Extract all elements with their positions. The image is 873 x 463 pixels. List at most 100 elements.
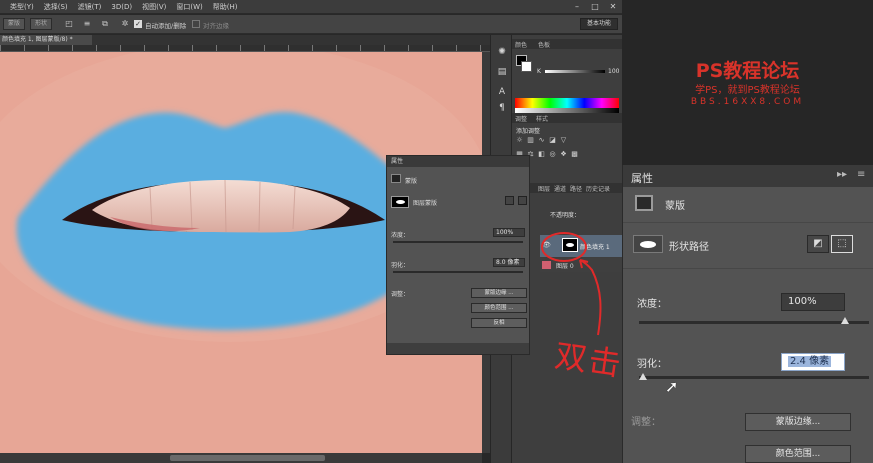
collapse-icon[interactable]: ▸▸ [837, 169, 847, 180]
vector-mask-button[interactable]: ⬚ [831, 235, 853, 253]
panel-menu-icon[interactable]: ≡ [857, 169, 865, 180]
bw-icon[interactable]: ◧ [537, 150, 546, 159]
tab-adjustments[interactable]: 调整 [515, 114, 527, 123]
annotation-text: 双击 [552, 336, 626, 384]
menu-3d[interactable]: 3D(D) [111, 3, 132, 11]
color-range-button[interactable]: 颜色范围... [745, 445, 851, 463]
highlight-circle [541, 232, 587, 262]
pixel-mask-icon[interactable] [505, 196, 514, 205]
maximize-icon[interactable]: □ [588, 1, 602, 12]
menu-filter[interactable]: 滤镜(T) [78, 2, 102, 12]
navigator-icon[interactable]: ✺ [495, 45, 509, 59]
properties-small-footer [387, 343, 529, 354]
document-tab[interactable]: 颜色填充 1, 图层蒙版/8) * [0, 35, 92, 45]
opacity-label: 不透明度： [550, 212, 581, 219]
shape-path-label: 形状路径 [669, 242, 709, 253]
menu-bar: 类型(Y) 选择(S) 滤镜(T) 3D(D) 视图(V) 窗口(W) 帮助(H… [0, 0, 622, 14]
mask-icon [391, 174, 401, 183]
align-edges-checkbox[interactable] [192, 20, 200, 28]
adjust-label: 调整： [631, 417, 661, 428]
properties-small-title: 属性 [391, 158, 404, 165]
k-slider[interactable] [545, 70, 605, 73]
color-spectrum[interactable] [515, 98, 619, 108]
paragraph-icon[interactable]: ¶ [495, 101, 509, 115]
properties-panel-small: 属性 蒙版 图层蒙版 浓度： 100% 羽化： 8.0 像素 调整： 蒙版边缘 … [386, 155, 530, 355]
options-bar: 蒙版 形状 ◰ ≡ ⧉ ✲ ✓ 自动添加/删除 对齐边缘 基本功能 [0, 15, 622, 34]
horizontal-scroll-thumb[interactable] [170, 455, 325, 461]
vector-mask-icon[interactable] [518, 196, 527, 205]
tab-styles[interactable]: 样式 [536, 114, 548, 123]
photo-filter-icon[interactable]: ◎ [548, 150, 557, 159]
properties-panel-zoom: 属性 ▸▸ ≡ 蒙版 形状路径 ◩ ⬚ 浓度： 100% 羽化： 2.4 像素 … [622, 165, 873, 463]
curves-icon[interactable]: ∿ [537, 136, 546, 145]
adjust-label-small: 调整： [391, 291, 410, 298]
histogram-icon[interactable]: ▤ [495, 65, 509, 79]
adjustments-panel-tabs: 调整 样式 [512, 113, 622, 123]
feather-field[interactable]: 2.4 像素 [781, 353, 845, 371]
shape-path-thumbnail [633, 235, 663, 253]
mask-shape-thumbnail [391, 196, 409, 208]
watermark-line3: BBS.16XX8.COM [690, 97, 805, 107]
color-panel-tabs: 颜色 色板 [512, 39, 622, 49]
menu-window[interactable]: 窗口(W) [176, 2, 202, 12]
close-icon[interactable]: ✕ [606, 1, 620, 12]
path-arrange-icon[interactable]: ⧉ [100, 19, 110, 29]
levels-icon[interactable]: ▥ [526, 136, 535, 145]
tab-color[interactable]: 颜色 [515, 40, 527, 49]
adjustment-icons-row-1: ☼ ▥ ∿ ◪ ▽ [515, 136, 568, 146]
density-slider-small[interactable] [393, 241, 523, 243]
add-adjustment-title: 添加调整 [516, 128, 541, 135]
density-slider-handle[interactable] [841, 317, 849, 324]
auto-add-delete-checkbox[interactable]: ✓ [134, 20, 142, 28]
density-field[interactable]: 100% [781, 293, 845, 311]
menu-view[interactable]: 视图(V) [142, 2, 166, 12]
lookup-icon[interactable]: ▩ [570, 150, 579, 159]
vibrance-icon[interactable]: ▽ [559, 136, 568, 145]
exposure-icon[interactable]: ◪ [548, 136, 557, 145]
feather-slider-small[interactable] [393, 271, 523, 273]
tab-paths[interactable]: 路径 [570, 184, 582, 193]
properties-zoom-section: 蒙版 [665, 201, 685, 212]
menu-type[interactable]: 类型(Y) [10, 2, 34, 12]
watermark-line2: 学PS，就到PS教程论坛 [695, 85, 800, 96]
properties-zoom-header[interactable]: 属性 ▸▸ ≡ [623, 165, 873, 187]
feather-field-small[interactable]: 8.0 像素 [493, 258, 525, 267]
density-label: 浓度： [637, 299, 667, 310]
mask-mode-button[interactable]: 蒙版 [3, 18, 25, 30]
brightness-icon[interactable]: ☼ [515, 136, 524, 145]
mixer-icon[interactable]: ❖ [559, 150, 568, 159]
menu-help[interactable]: 帮助(H) [213, 2, 238, 12]
tab-swatches[interactable]: 色板 [538, 40, 550, 49]
minimize-icon[interactable]: – [570, 1, 584, 12]
properties-small-header[interactable]: 属性 [387, 156, 529, 167]
shape-mode-button[interactable]: 形状 [30, 18, 52, 30]
feather-label: 羽化： [637, 359, 667, 370]
shape-path-section: 形状路径 ◩ ⬚ [623, 223, 873, 269]
auto-add-delete-label: 自动添加/删除 [145, 22, 187, 30]
background-color-swatch[interactable] [521, 61, 532, 72]
density-label-small: 浓度： [391, 232, 410, 239]
properties-zoom-title: 属性 [631, 172, 653, 185]
density-field-small[interactable]: 100% [493, 228, 525, 237]
color-range-button-small[interactable]: 颜色范围 ... [471, 303, 527, 313]
annotation-arrow [579, 259, 602, 336]
path-align-icon[interactable]: ≡ [82, 19, 92, 29]
invert-button-small[interactable]: 反相 [471, 318, 527, 328]
gear-icon[interactable]: ✲ [120, 19, 130, 29]
feather-slider-handle[interactable] [639, 373, 647, 380]
tab-channels[interactable]: 通道 [554, 184, 566, 193]
path-ops-icon[interactable]: ◰ [64, 19, 74, 29]
properties-small-section: 蒙版 [405, 178, 418, 185]
mask-type-label: 图层蒙版 [413, 200, 438, 207]
workspace-switcher[interactable]: 基本功能 [580, 18, 618, 30]
horizontal-scrollbar[interactable] [0, 453, 482, 463]
pixel-mask-button[interactable]: ◩ [807, 235, 829, 253]
menu-select[interactable]: 选择(S) [44, 2, 68, 12]
character-icon[interactable]: A [495, 85, 509, 99]
watermark-title: PS教程论坛 [695, 60, 800, 82]
density-slider[interactable] [639, 321, 869, 324]
tab-history[interactable]: 历史记录 [586, 184, 610, 193]
mask-edge-button[interactable]: 蒙版边缘... [745, 413, 851, 431]
mask-edge-button-small[interactable]: 蒙版边缘 ... [471, 288, 527, 298]
tab-layers[interactable]: 图层 [538, 184, 550, 193]
